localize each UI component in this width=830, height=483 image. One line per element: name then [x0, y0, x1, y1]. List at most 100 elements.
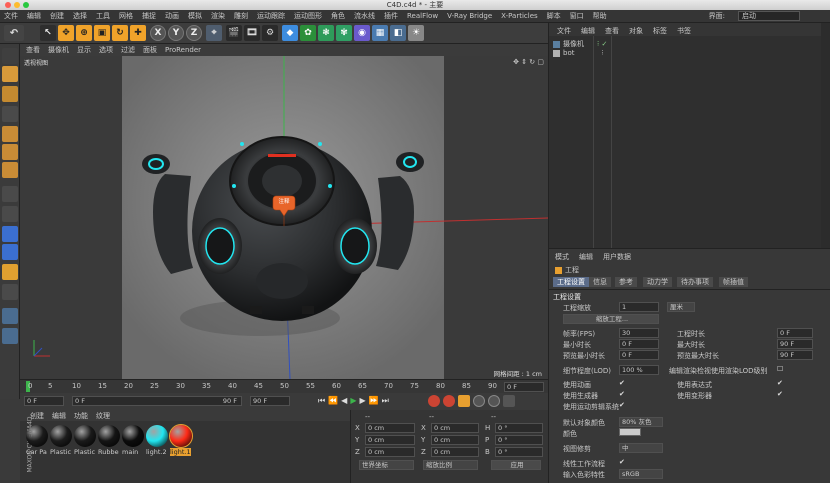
coord-position-input[interactable]: 0 cm: [365, 447, 415, 457]
view-clip-dropdown[interactable]: 中: [619, 443, 663, 453]
menu-tools[interactable]: 工具: [96, 11, 110, 21]
tweak-mode-icon[interactable]: [2, 206, 18, 222]
sculpt-icon[interactable]: [2, 264, 18, 280]
fps-input[interactable]: 30: [619, 328, 659, 338]
start-frame-field[interactable]: 0 F: [24, 396, 64, 406]
menu-simulate[interactable]: 模拟: [188, 11, 202, 21]
viewport-menu-view[interactable]: 查看: [26, 45, 40, 55]
coord-rotation-input[interactable]: 0 °: [495, 447, 543, 457]
floor-icon[interactable]: ▦: [372, 25, 388, 41]
min-time-input[interactable]: 0 F: [619, 339, 659, 349]
material-swatch[interactable]: [74, 425, 96, 447]
z-axis-lock-button[interactable]: Z: [186, 25, 202, 41]
menu-script[interactable]: 脚本: [547, 11, 561, 21]
object-menu-object[interactable]: 对象: [629, 26, 643, 36]
move-icon[interactable]: ⊕: [76, 25, 92, 41]
menu-window[interactable]: 窗口: [570, 11, 584, 21]
undo-icon[interactable]: ↶: [4, 25, 24, 41]
workplane-icon[interactable]: [2, 106, 18, 122]
lod-render-checkbox[interactable]: ☐: [777, 365, 783, 373]
camera-object-icon[interactable]: ◧: [390, 25, 406, 41]
model-mode-icon[interactable]: [2, 66, 18, 82]
preview-range-slider[interactable]: 0 F 90 F: [72, 396, 242, 406]
coordinate-system-icon[interactable]: ⌖: [206, 25, 222, 41]
snap-icon[interactable]: [2, 226, 18, 242]
rotate-icon[interactable]: ↻: [112, 25, 128, 41]
render-settings-icon[interactable]: ⚙: [262, 25, 278, 41]
y-axis-lock-button[interactable]: Y: [168, 25, 184, 41]
menu-help[interactable]: 帮助: [593, 11, 607, 21]
select-arrow-icon[interactable]: ↖: [40, 25, 56, 41]
timeline-ruler[interactable]: 0 5 10 15 20 25 30 35 40 45 50 55 60 65 …: [20, 379, 548, 393]
tab-dynamics[interactable]: 动力学: [643, 277, 672, 287]
visibility-dots-icon[interactable]: ⁝: [601, 49, 603, 57]
coord-space-dropdown[interactable]: 世界坐标: [359, 460, 414, 470]
timeline-layout-icon[interactable]: [503, 395, 515, 407]
coord-size-input[interactable]: 0 cm: [431, 447, 479, 457]
menu-edit[interactable]: 编辑: [27, 11, 41, 21]
record-key-icon[interactable]: [428, 395, 440, 407]
tab-project-settings[interactable]: 工程设置: [553, 277, 589, 287]
texture-mode-icon[interactable]: [2, 86, 18, 102]
viewport-menu-panel[interactable]: 面板: [143, 45, 157, 55]
scale-key-icon[interactable]: [488, 395, 500, 407]
attr-menu-mode[interactable]: 模式: [555, 252, 569, 262]
preview-max-input[interactable]: 90 F: [777, 350, 813, 360]
go-to-end-icon[interactable]: ⏭: [382, 396, 389, 406]
viewport-menu-prorender[interactable]: ProRender: [165, 46, 201, 54]
input-color-dropdown[interactable]: sRGB: [619, 469, 663, 479]
viewport-nav-icons[interactable]: ✥ ⇕ ↻ ▢: [513, 58, 544, 66]
coord-size-input[interactable]: 0 cm: [431, 423, 479, 433]
viewport-menu-camera[interactable]: 摄像机: [48, 45, 69, 55]
scale-unit-dropdown[interactable]: 厘米: [667, 302, 695, 312]
viewport-menu-options[interactable]: 选项: [99, 45, 113, 55]
menu-snap[interactable]: 捕捉: [142, 11, 156, 21]
material-swatch[interactable]: [169, 424, 193, 448]
make-editable-icon[interactable]: [2, 48, 18, 64]
maximize-window-icon[interactable]: [23, 2, 29, 8]
menu-plugins[interactable]: 插件: [384, 11, 398, 21]
material-swatch[interactable]: [146, 425, 168, 447]
object-menu-view[interactable]: 查看: [605, 26, 619, 36]
motion-clip-checkbox[interactable]: ✔: [619, 401, 625, 409]
color-swatch[interactable]: [619, 428, 641, 436]
render-view-icon[interactable]: 🎬: [226, 25, 242, 41]
object-menu-bookmarks[interactable]: 书签: [677, 26, 691, 36]
menu-create[interactable]: 创建: [50, 11, 64, 21]
menu-character[interactable]: 角色: [331, 11, 345, 21]
recent-tool-icon[interactable]: ✚: [130, 25, 146, 41]
menu-file[interactable]: 文件: [4, 11, 18, 21]
play-icon[interactable]: ▶: [350, 396, 356, 406]
points-mode-icon[interactable]: [2, 126, 18, 142]
tab-key-interpolation[interactable]: 帧插值: [719, 277, 748, 287]
polygons-mode-icon[interactable]: [2, 162, 18, 178]
menu-vray-bridge[interactable]: V-Ray Bridge: [447, 12, 492, 20]
next-key-icon[interactable]: ⏩: [369, 396, 379, 406]
coord-size-input[interactable]: 0 cm: [431, 435, 479, 445]
use-generators-checkbox[interactable]: ✔: [619, 390, 625, 398]
perspective-viewport[interactable]: 透视视图 注释 网格间距 : 1 cm ✥ ⇕ ↻ ▢: [20, 56, 548, 379]
viewport-menu-display[interactable]: 显示: [77, 45, 91, 55]
grid-icon[interactable]: [2, 308, 18, 324]
coord-rotation-input[interactable]: 0 °: [495, 423, 543, 433]
material-swatch[interactable]: [50, 425, 72, 447]
use-expression-checkbox[interactable]: ✔: [777, 379, 783, 387]
scale-project-button[interactable]: 缩放工程...: [563, 314, 659, 324]
coord-scale-dropdown[interactable]: 缩放比例: [423, 460, 478, 470]
lock-workplane-icon[interactable]: [2, 284, 18, 300]
scale-icon[interactable]: ▣: [94, 25, 110, 41]
end-frame-field[interactable]: 90 F: [250, 396, 290, 406]
object-row-bot[interactable]: bot ⁝: [553, 49, 604, 57]
array-icon[interactable]: ❃: [318, 25, 334, 41]
menu-select[interactable]: 选择: [73, 11, 87, 21]
menu-motion-tracking[interactable]: 运动跟踪: [257, 11, 285, 21]
menu-realflow[interactable]: RealFlow: [407, 12, 438, 20]
next-frame-icon[interactable]: ▶: [359, 396, 365, 406]
menu-mograph[interactable]: 运动图形: [294, 11, 322, 21]
keyframe-selection-icon[interactable]: [458, 395, 470, 407]
menu-animate[interactable]: 动画: [165, 11, 179, 21]
material-menu-texture[interactable]: 纹理: [96, 411, 110, 421]
deformer-icon[interactable]: ✾: [336, 25, 352, 41]
menu-x-particles[interactable]: X-Particles: [501, 12, 537, 20]
use-animation-checkbox[interactable]: ✔: [619, 379, 625, 387]
